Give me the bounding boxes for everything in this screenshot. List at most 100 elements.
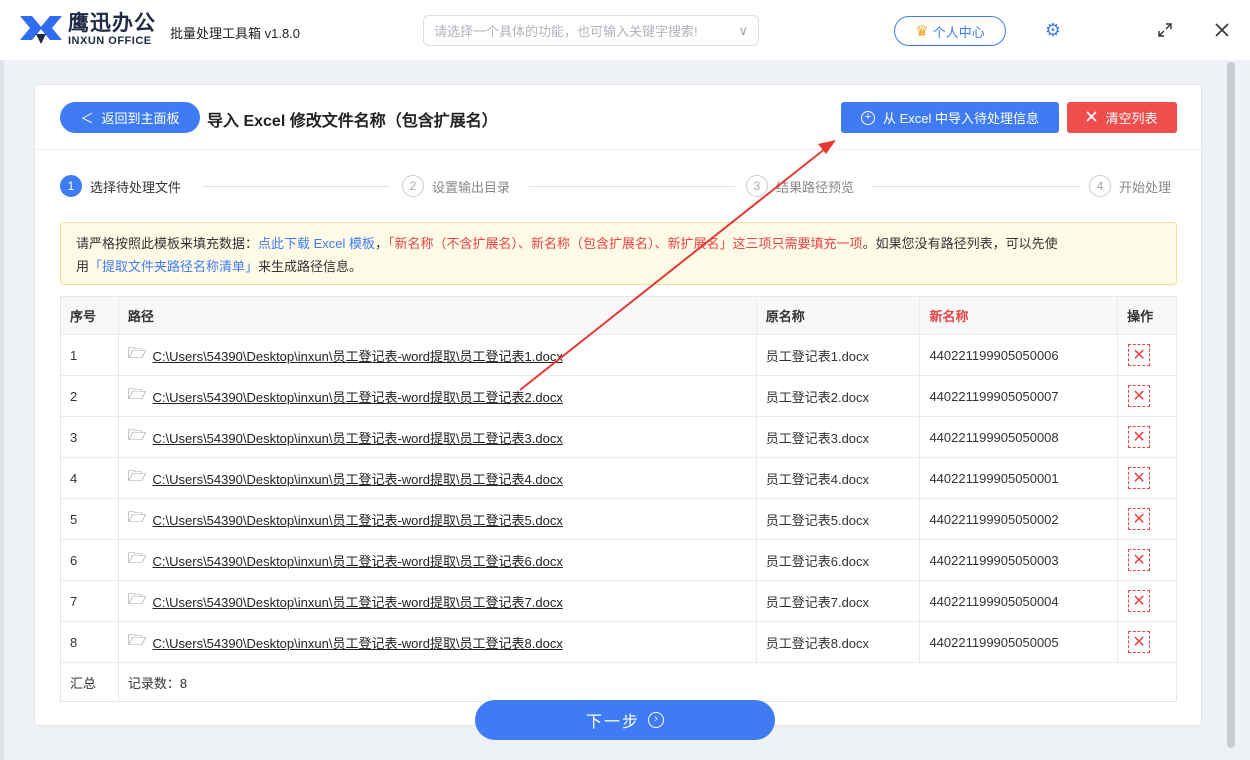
col-ops-header: 操作: [1127, 309, 1154, 324]
plus-circle-icon: +: [860, 110, 875, 125]
step-connector: [529, 186, 735, 187]
search-placeholder: 请选择一个具体的功能，也可输入关键字搜索!: [434, 24, 698, 39]
new-name: 440221199905050006: [920, 335, 1119, 375]
step-label: 结果路径预览: [776, 179, 855, 195]
chevron-down-icon: ∨: [738, 22, 748, 38]
scrollbar-thumb[interactable]: [1227, 62, 1235, 748]
folder-icon[interactable]: 🗁: [128, 466, 147, 491]
folder-icon[interactable]: 🗁: [128, 384, 147, 409]
maximize-icon[interactable]: [1153, 18, 1177, 42]
file-path-link[interactable]: C:\Users\54390\Desktop\inxun\员工登记表-word提…: [153, 592, 563, 611]
delete-row-icon[interactable]: ✕: [1128, 590, 1151, 612]
crown-icon: ♛: [915, 23, 929, 40]
file-path-link[interactable]: C:\Users\54390\Desktop\inxun\员工登记表-word提…: [153, 510, 563, 529]
col-orig-header: 原名称: [757, 297, 921, 334]
new-name: 440221199905050003: [920, 540, 1119, 580]
row-index: 2: [61, 376, 119, 416]
close-icon[interactable]: [1210, 18, 1234, 42]
template-notice: 请严格按照此模板来填充数据：点此下载 Excel 模板，「新名称（不含扩展名）、…: [60, 222, 1177, 285]
logo-mark-icon: [18, 12, 64, 48]
table-row: 5 🗁 C:\Users\54390\Desktop\inxun\员工登记表-wo…: [61, 499, 1176, 540]
step-connector: [871, 186, 1081, 187]
chevron-left-icon: ＜: [80, 111, 94, 126]
new-name: 440221199905050008: [920, 417, 1119, 457]
settings-gear-icon[interactable]: ⚙: [1041, 18, 1065, 42]
table-row: 2 🗁 C:\Users\54390\Desktop\inxun\员工登记表-wo…: [61, 376, 1176, 417]
delete-row-icon[interactable]: ✕: [1128, 549, 1151, 571]
delete-row-icon[interactable]: ✕: [1128, 508, 1151, 530]
file-path-link[interactable]: C:\Users\54390\Desktop\inxun\员工登记表-word提…: [153, 428, 563, 447]
folder-icon[interactable]: 🗁: [128, 425, 147, 450]
notice-text: 来生成路径信息。: [258, 259, 363, 274]
arrow-right-circle-icon: ›: [648, 712, 664, 728]
step-label: 设置输出目录: [432, 179, 511, 195]
col-path-header: 路径: [119, 297, 757, 334]
step-connector: [203, 186, 389, 187]
col-new-header: 新名称: [920, 297, 1119, 334]
notice-text: 请严格按照此模板来填充数据：: [76, 236, 259, 251]
download-template-link[interactable]: 点此下载 Excel 模板: [258, 236, 375, 251]
function-search-select[interactable]: 请选择一个具体的功能，也可输入关键字搜索! ∨: [423, 15, 759, 46]
file-path-link[interactable]: C:\Users\54390\Desktop\inxun\员工登记表-word提…: [153, 387, 563, 406]
folder-icon[interactable]: 🗁: [128, 343, 147, 368]
step-start: 4 开始处理: [1089, 175, 1171, 197]
close-icon: [1086, 110, 1098, 125]
clear-list-button[interactable]: 清空列表: [1067, 102, 1177, 133]
table-row: 3 🗁 C:\Users\54390\Desktop\inxun\员工登记表-wo…: [61, 417, 1176, 458]
clear-label: 清空列表: [1105, 111, 1158, 126]
row-index: 1: [61, 335, 119, 375]
notice-text: ，: [375, 236, 389, 251]
orig-name: 员工登记表4.docx: [757, 458, 921, 498]
step-select-files: 1 选择待处理文件: [60, 175, 181, 197]
delete-row-icon[interactable]: ✕: [1128, 467, 1151, 489]
file-path-link[interactable]: C:\Users\54390\Desktop\inxun\员工登记表-word提…: [153, 551, 563, 570]
row-index: 5: [61, 499, 119, 539]
back-label: 返回到主面板: [101, 111, 180, 126]
table-row: 6 🗁 C:\Users\54390\Desktop\inxun\员工登记表-wo…: [61, 540, 1176, 581]
title-bar: 鹰迅办公 INXUN OFFICE 批量处理工具箱 v1.8.0 请选择一个具体…: [0, 0, 1250, 60]
file-path-link[interactable]: C:\Users\54390\Desktop\inxun\员工登记表-word提…: [153, 346, 563, 365]
page-title: 导入 Excel 修改文件名称（包含扩展名）: [207, 113, 498, 130]
summary-label: 汇总: [61, 663, 119, 701]
notice-text: 。如果您没有路径列表，可以先使: [862, 236, 1058, 251]
new-name: 440221199905050005: [920, 622, 1119, 662]
delete-row-icon[interactable]: ✕: [1128, 385, 1151, 407]
vertical-scrollbar[interactable]: [1225, 60, 1237, 750]
folder-icon[interactable]: 🗁: [128, 548, 147, 573]
import-from-excel-button[interactable]: + 从 Excel 中导入待处理信息: [841, 102, 1059, 133]
notice-text: 用: [76, 259, 90, 274]
file-path-link[interactable]: C:\Users\54390\Desktop\inxun\员工登记表-word提…: [153, 469, 563, 488]
folder-icon[interactable]: 🗁: [128, 630, 147, 655]
table-header: 序号 路径 原名称 新名称 操作: [61, 297, 1176, 335]
extract-path-list-link[interactable]: 「提取文件夹路径名称清单」: [89, 259, 258, 274]
file-path-link[interactable]: C:\Users\54390\Desktop\inxun\员工登记表-word提…: [153, 633, 563, 652]
folder-icon[interactable]: 🗁: [128, 507, 147, 532]
user-center-button[interactable]: ♛ 个人中心: [894, 16, 1006, 46]
step-label: 选择待处理文件: [90, 179, 182, 195]
orig-name: 员工登记表5.docx: [757, 499, 921, 539]
file-table: 序号 路径 原名称 新名称 操作 1 🗁 C:\Users\54390\Deskt…: [60, 296, 1177, 702]
new-name: 440221199905050007: [920, 376, 1119, 416]
next-label: 下一步: [585, 714, 640, 731]
folder-icon[interactable]: 🗁: [128, 589, 147, 614]
delete-row-icon[interactable]: ✕: [1128, 426, 1151, 448]
new-name: 440221199905050001: [920, 458, 1119, 498]
step-number: 2: [402, 175, 424, 197]
orig-name: 员工登记表3.docx: [757, 417, 921, 457]
delete-row-icon[interactable]: ✕: [1128, 631, 1151, 653]
col-index-header: 序号: [61, 297, 119, 334]
orig-name: 员工登记表7.docx: [757, 581, 921, 621]
delete-row-icon[interactable]: ✕: [1128, 344, 1151, 366]
orig-name: 员工登记表6.docx: [757, 540, 921, 580]
next-step-button[interactable]: 下一步 ›: [475, 700, 775, 740]
logo-text-en: INXUN OFFICE: [68, 35, 152, 47]
app-title: 批量处理工具箱 v1.8.0: [170, 26, 301, 41]
import-label: 从 Excel 中导入待处理信息: [882, 111, 1039, 126]
row-index: 4: [61, 458, 119, 498]
orig-name: 员工登记表8.docx: [757, 622, 921, 662]
header-divider: [35, 149, 1201, 150]
row-index: 3: [61, 417, 119, 457]
back-to-main-button[interactable]: ＜ 返回到主面板: [60, 102, 200, 133]
orig-name: 员工登记表1.docx: [757, 335, 921, 375]
table-row: 4 🗁 C:\Users\54390\Desktop\inxun\员工登记表-wo…: [61, 458, 1176, 499]
